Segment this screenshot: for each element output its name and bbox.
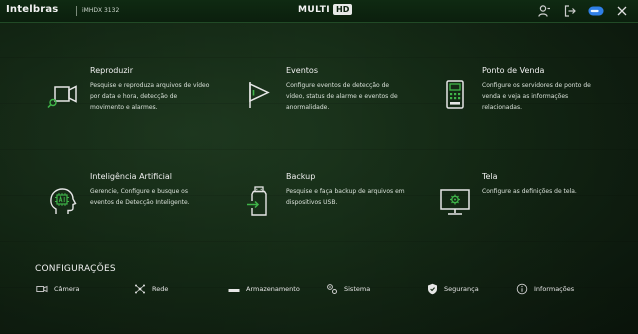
config-label: Segurança [444, 285, 479, 293]
config-item-sistema[interactable]: Sistema [326, 281, 370, 297]
top-actions [536, 0, 638, 22]
tile-description: Configure as definições de tela. [482, 188, 577, 195]
tile-description: Pesquise e reproduza arquivos de vídeo p… [90, 82, 210, 111]
info-icon [516, 283, 528, 295]
brand-logo: Intelbras [6, 4, 59, 15]
storage-icon [228, 283, 240, 295]
tile-inteligencia-artificial[interactable]: Inteligência Artificial Gerencie, Config… [46, 172, 246, 262]
multihd-logo: MULTI HD [298, 4, 353, 15]
network-icon [134, 283, 146, 295]
close-icon[interactable] [614, 3, 630, 19]
tile-title: Tela [482, 172, 498, 181]
config-label: Sistema [344, 285, 371, 293]
tile-description: Pesquise e faça backup de arquivos em di… [286, 188, 405, 206]
tile-description: Gerencie, Configure e busque os eventos … [90, 188, 190, 206]
tile-eventos[interactable]: Eventos Configure eventos de detecção de… [242, 66, 442, 156]
camera-icon [36, 283, 48, 295]
config-item-rede[interactable]: Rede [134, 281, 168, 297]
config-bar: Câmera Rede Armazenamento Sistema Segura… [0, 281, 638, 297]
multihd-logo-text: MULTI [298, 4, 330, 15]
tile-ponto-de-venda[interactable]: Ponto de Venda Configure os servidores d… [438, 66, 638, 156]
config-item-informacoes[interactable]: Informações [516, 281, 574, 297]
config-item-armazenamento[interactable]: Armazenamento [228, 281, 300, 297]
config-item-seguranca[interactable]: Segurança [426, 281, 479, 297]
pos-terminal-icon [438, 78, 472, 112]
system-icon [326, 283, 338, 295]
config-label: Armazenamento [246, 285, 300, 293]
ai-head-icon [46, 184, 80, 218]
tile-backup[interactable]: Backup Pesquise e faça backup de arquivo… [242, 172, 442, 262]
flag-icon [242, 78, 276, 112]
top-bar: Intelbras iMHDX 3132 MULTI HD [0, 0, 638, 23]
display-settings-icon [438, 184, 472, 218]
toggle-icon[interactable] [588, 3, 604, 19]
tile-title: Inteligência Artificial [90, 172, 172, 181]
config-label: Rede [152, 285, 169, 293]
multihd-logo-badge: HD [333, 4, 353, 15]
tile-title: Eventos [286, 66, 318, 75]
config-label: Câmera [54, 285, 80, 293]
tile-tela[interactable]: Tela Configure as definições de tela. [438, 172, 638, 262]
tile-title: Reproduzir [90, 66, 134, 75]
device-model: iMHDX 3132 [82, 7, 120, 14]
tile-description: Configure eventos de detecção de vídeo, … [286, 82, 398, 111]
shield-icon [426, 283, 438, 295]
backup-usb-icon [242, 184, 276, 218]
tile-title: Ponto de Venda [482, 66, 545, 75]
tile-description: Configure os servidores de ponto de vend… [482, 82, 591, 111]
config-section-title: CONFIGURAÇÕES [35, 264, 116, 274]
user-icon[interactable] [536, 3, 552, 19]
logout-icon[interactable] [562, 3, 578, 19]
tile-title: Backup [286, 172, 316, 181]
config-label: Informações [534, 285, 575, 293]
main-menu-screen: Intelbras iMHDX 3132 MULTI HD Reproduzir… [0, 0, 638, 334]
config-item-camera[interactable]: Câmera [36, 281, 80, 297]
playback-icon [46, 78, 80, 112]
brand-separator [76, 6, 77, 16]
tile-reproduzir[interactable]: Reproduzir Pesquise e reproduza arquivos… [46, 66, 246, 156]
